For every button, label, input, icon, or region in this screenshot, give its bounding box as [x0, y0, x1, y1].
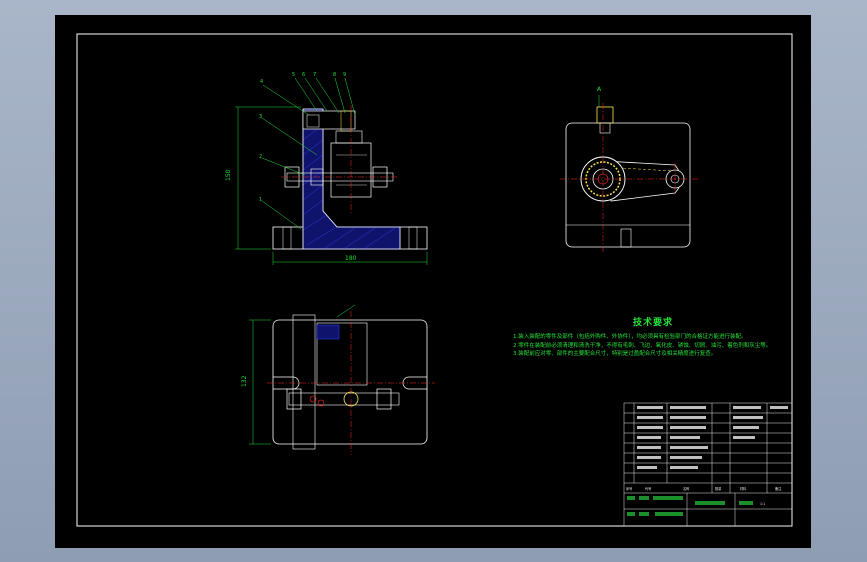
header-no: 序号	[626, 486, 632, 491]
technical-requirements: 技术要求 1.装入装配的零件及部件（包括外购件、外协件），均必须具有检验部门的合…	[513, 315, 793, 359]
plan-view: 132	[241, 304, 435, 455]
cad-drawing: 150 180 4 5 6 7 8 9 3 2 1 A 132 序号 代号 名称…	[76, 33, 793, 527]
header-qty: 数量	[715, 486, 722, 491]
balloon-1: 1	[259, 197, 262, 203]
balloon-7: 7	[313, 72, 316, 78]
scale-value: 1:1	[760, 502, 765, 506]
balloon-4: 4	[260, 79, 263, 85]
balloon-6: 6	[302, 72, 305, 78]
tech-req-title: 技术要求	[632, 318, 673, 328]
front-view: 150 180 4 5 6 7 8 9 3 2 1	[225, 72, 428, 265]
balloon-2: 2	[259, 154, 262, 160]
side-view: A	[560, 86, 700, 253]
balloon-5: 5	[292, 72, 295, 78]
balloon-3: 3	[259, 114, 262, 120]
header-code: 代号	[645, 486, 651, 491]
view-label-a: A	[597, 86, 602, 93]
header-material: 材料	[740, 486, 747, 491]
cad-viewport[interactable]: 150 180 4 5 6 7 8 9 3 2 1 A 132 序号 代号 名称…	[55, 15, 811, 548]
title-block-row-marks	[637, 406, 788, 469]
plan-height-dimension: 132	[241, 375, 248, 387]
balloon-9: 9	[343, 72, 346, 78]
front-height-dimension: 150	[225, 169, 232, 181]
header-remark: 备注	[775, 486, 782, 491]
tech-req-line-2: 2.零件在装配前必须清理和清洗干净，不得有毛刺、飞边、氧化皮、锈蚀、切屑、油污、…	[513, 342, 772, 349]
title-block-green-rows	[627, 496, 753, 516]
header-name: 名称	[683, 486, 690, 491]
title-block	[623, 402, 793, 527]
front-width-dimension: 180	[345, 255, 357, 262]
clamp-arm	[302, 110, 356, 130]
tech-req-line-3: 3.装配前应对零、部件的主要配合尺寸，特别是过盈配合尺寸及相关精度进行复查。	[513, 351, 717, 358]
tech-req-line-1: 1.装入装配的零件及部件（包括外购件、外协件），均必须具有检验部门的合格证方能进…	[513, 334, 747, 340]
outer-sheet-border	[76, 33, 793, 527]
plan-base	[272, 319, 428, 445]
balloon-8: 8	[333, 72, 336, 78]
